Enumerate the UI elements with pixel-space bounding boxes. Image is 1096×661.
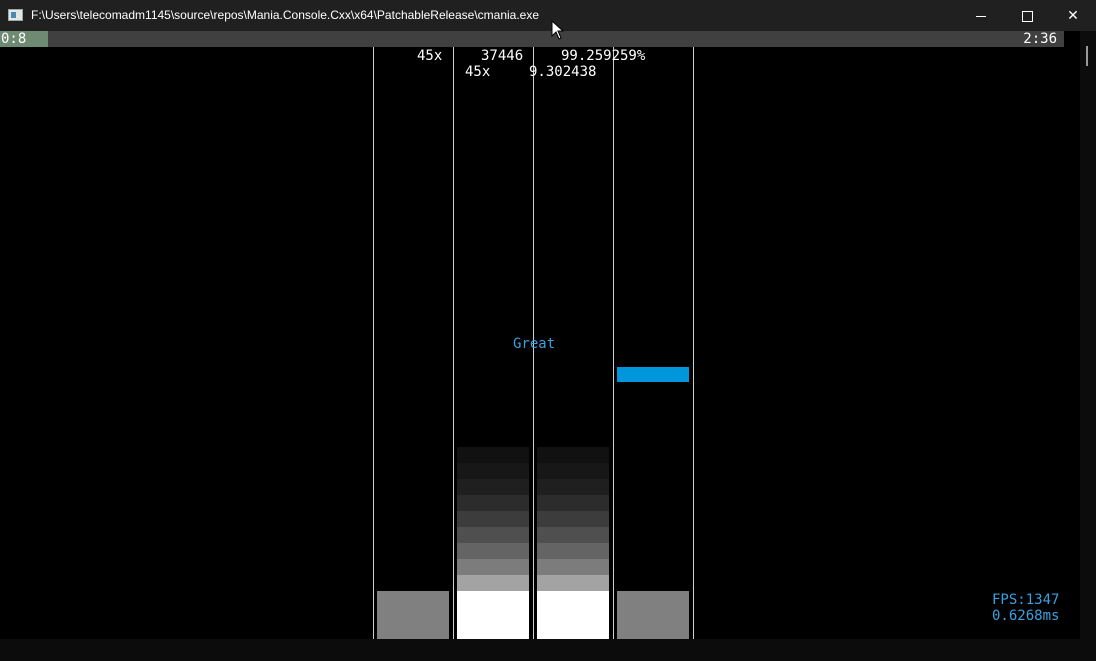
key-lane-1 <box>377 591 449 639</box>
key-glow-segment <box>457 463 529 479</box>
maximize-icon <box>1021 10 1033 22</box>
key-glow-segment <box>457 447 529 463</box>
key-glow-segment <box>537 511 609 527</box>
key-glow-segment <box>537 527 609 543</box>
accuracy: 99.259259% <box>561 48 646 64</box>
lane-divider <box>613 47 614 639</box>
scrollbar-thumb[interactable] <box>1086 46 1088 66</box>
close-icon: ✕ <box>1067 7 1079 23</box>
elapsed-time: 0:8 <box>1 31 27 47</box>
key-lane-4 <box>617 591 689 639</box>
minimize-icon <box>976 15 986 17</box>
falling-note <box>617 367 689 382</box>
key-glow-segment <box>457 511 529 527</box>
key-lane-3 <box>537 591 609 639</box>
key-glow-segment <box>457 527 529 543</box>
console-bottom-row <box>0 639 1080 661</box>
scrollbar[interactable] <box>1080 31 1096 661</box>
lane-divider <box>693 47 694 639</box>
secondary-value: 9.302438 <box>529 64 597 80</box>
key-lane-2 <box>457 591 529 639</box>
console-area: 0:8 2:36 45x 37446 99.259259% 45x 9.3024… <box>0 31 1080 639</box>
console-app-icon <box>8 9 23 21</box>
window-title: F:\Users\telecomadm1145\source\repos\Man… <box>31 8 540 22</box>
combo-counter: 45x <box>417 48 443 64</box>
key-glow-segment <box>537 559 609 575</box>
key-glow-segment <box>457 575 529 591</box>
close-button[interactable]: ✕ <box>1050 0 1096 31</box>
key-glow-segment <box>537 575 609 591</box>
lane-divider <box>453 47 454 639</box>
minimize-button[interactable] <box>958 0 1004 31</box>
key-glow-segment <box>537 495 609 511</box>
fps-stats: FPS:1347 0.6268ms <box>992 592 1059 624</box>
score: 37446 <box>481 48 524 64</box>
total-time: 2:36 <box>1023 31 1057 47</box>
key-glow-segment <box>537 479 609 495</box>
maximize-button[interactable] <box>1004 0 1050 31</box>
key-glow-segment <box>457 559 529 575</box>
mouse-cursor-icon <box>551 20 565 40</box>
fps-counter: FPS:1347 <box>992 592 1060 608</box>
key-glow-segment <box>457 495 529 511</box>
title-bar: F:\Users\telecomadm1145\source\repos\Man… <box>0 0 1096 31</box>
judgement-text: Great <box>513 336 556 352</box>
key-glow-segment <box>537 463 609 479</box>
combo-secondary: 45x <box>465 64 491 80</box>
key-glow-segment <box>537 447 609 463</box>
key-glow-segment <box>457 479 529 495</box>
song-progress-bar: 0:8 2:36 <box>0 31 1064 47</box>
frame-time: 0.6268ms <box>992 608 1060 624</box>
lane-divider <box>373 47 374 639</box>
key-glow-segment <box>457 543 529 559</box>
key-glow-segment <box>537 543 609 559</box>
